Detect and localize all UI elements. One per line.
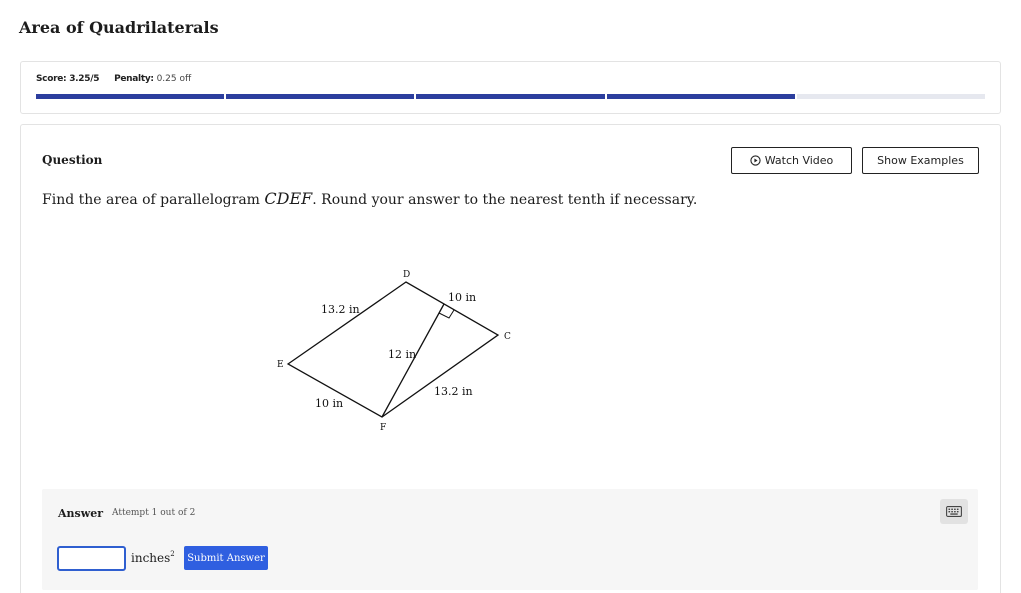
score-label: Score:: [36, 74, 67, 84]
parallelogram-name: CDEF: [264, 189, 313, 208]
keyboard-button[interactable]: [940, 499, 968, 524]
question-label: Question: [42, 153, 103, 167]
label-ef-side: 10 in: [315, 397, 343, 410]
label-height: 12 in: [388, 348, 416, 361]
parallelogram-diagram: D C E F 13.2 in 10 in 12 in 13.2 in 10 i…: [277, 270, 511, 433]
play-circle-icon: [750, 155, 761, 166]
score-line: Score: 3.25/5 Penalty: 0.25 off: [36, 74, 191, 84]
progress-segment: [416, 94, 605, 99]
score-value: 3.25/5: [69, 74, 100, 84]
answer-title: Answer: [58, 507, 103, 520]
progress-segment: [226, 94, 415, 99]
answer-input[interactable]: [57, 546, 126, 571]
label-dc-top: 10 in: [448, 291, 476, 304]
progress-segment: [606, 94, 795, 99]
score-progress-bar: [36, 94, 985, 99]
unit-text: inches: [131, 551, 171, 565]
score-card: Score: 3.25/5 Penalty: 0.25 off: [20, 61, 1001, 114]
question-card: Question Watch Video Show Examples Find …: [20, 124, 1001, 593]
vertex-d: D: [403, 270, 410, 280]
progress-segment: [796, 94, 985, 99]
attempt-counter: Attempt 1 out of 2: [112, 508, 196, 518]
vertex-e: E: [277, 360, 284, 370]
question-text: Find the area of parallelogram CDEF. Rou…: [42, 189, 697, 208]
vertex-f: F: [380, 423, 386, 433]
submit-answer-button[interactable]: Submit Answer: [184, 546, 268, 570]
unit-exponent: 2: [170, 550, 175, 558]
penalty-label: Penalty:: [114, 74, 154, 84]
watch-video-button[interactable]: Watch Video: [731, 147, 852, 174]
vertex-c: C: [504, 332, 511, 342]
keyboard-icon: [946, 506, 962, 517]
penalty-value: 0.25 off: [156, 74, 192, 84]
question-text-before: Find the area of parallelogram: [42, 192, 265, 208]
show-examples-button[interactable]: Show Examples: [862, 147, 979, 174]
show-examples-label: Show Examples: [877, 154, 964, 167]
label-fc-side: 13.2 in: [434, 385, 473, 398]
watch-video-label: Watch Video: [764, 154, 834, 167]
progress-segment: [36, 94, 225, 99]
answer-panel: Answer Attempt 1 out of 2 inches2 Submit…: [42, 489, 978, 590]
label-ed-side: 13.2 in: [321, 303, 360, 316]
question-text-after: . Round your answer to the nearest tenth…: [312, 192, 698, 208]
unit-label: inches2: [131, 550, 175, 565]
right-angle-mark: [438, 309, 455, 319]
page-title: Area of Quadrilaterals: [19, 18, 219, 37]
